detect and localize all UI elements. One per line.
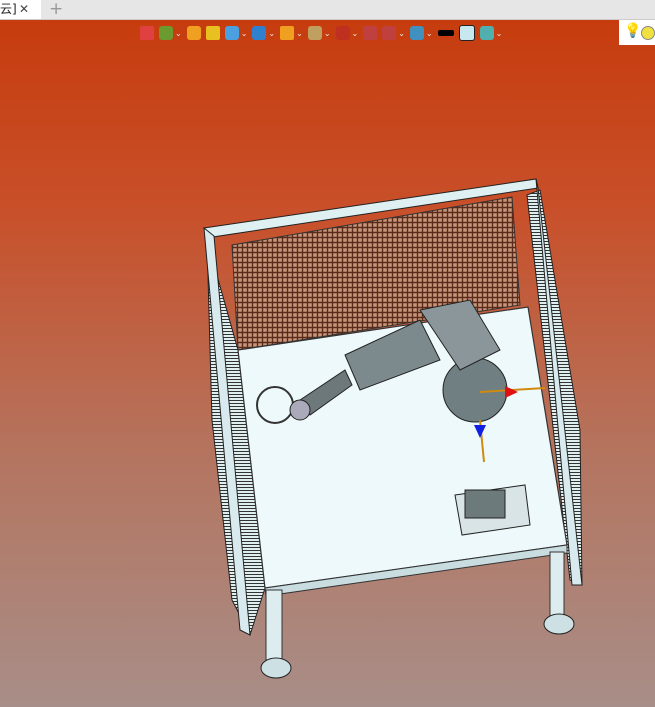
- leg-right: [549, 551, 565, 618]
- workcell-frame: [203, 178, 583, 679]
- gripper-head: [289, 399, 311, 421]
- foot-right: [543, 613, 575, 635]
- cad-viewport[interactable]: [0, 0, 655, 707]
- foot-left: [260, 657, 292, 679]
- leg-left: [265, 589, 283, 661]
